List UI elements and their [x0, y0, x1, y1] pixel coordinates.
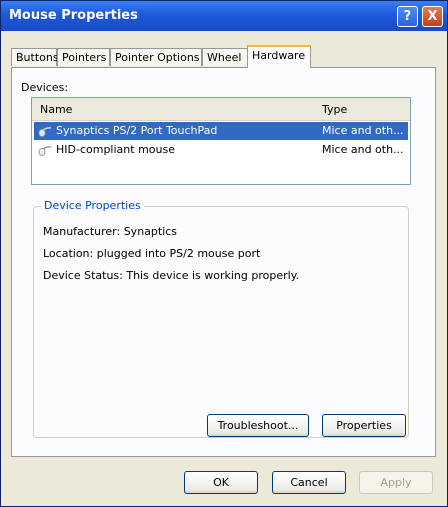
- location-text: Location: plugged into PS/2 mouse port: [43, 247, 261, 260]
- troubleshoot-button[interactable]: Troubleshoot...: [207, 414, 309, 437]
- manufacturer-text: Manufacturer: Synaptics: [43, 225, 178, 238]
- help-button[interactable]: ?: [397, 6, 418, 27]
- cancel-button[interactable]: Cancel: [272, 471, 346, 494]
- device-type: Mice and oth...: [322, 124, 404, 137]
- mouse-icon: [38, 146, 52, 156]
- devices-label: Devices:: [21, 81, 69, 94]
- devices-list-header: Name Type: [32, 98, 410, 121]
- title-bar[interactable]: Mouse Properties ? X: [1, 1, 447, 31]
- close-button[interactable]: X: [422, 6, 443, 27]
- properties-button[interactable]: Properties: [322, 414, 406, 437]
- device-status-text: Device Status: This device is working pr…: [43, 269, 300, 282]
- window-title: Mouse Properties: [9, 8, 138, 23]
- device-properties-group: [33, 206, 409, 438]
- help-icon: ?: [403, 9, 412, 24]
- tab-hardware[interactable]: Hardware: [247, 45, 311, 68]
- column-header-type[interactable]: Type: [322, 103, 347, 116]
- device-properties-legend: Device Properties: [41, 199, 144, 212]
- column-header-name[interactable]: Name: [40, 103, 72, 116]
- tab-wheel[interactable]: Wheel: [202, 48, 248, 66]
- close-icon: X: [427, 9, 438, 24]
- device-name: Synaptics PS/2 Port TouchPad: [56, 124, 218, 137]
- ok-button[interactable]: OK: [184, 471, 258, 494]
- mouse-properties-dialog: Mouse Properties ? X Buttons Pointers Po…: [0, 0, 448, 507]
- apply-button[interactable]: Apply: [359, 471, 433, 494]
- tab-buttons[interactable]: Buttons: [11, 48, 59, 66]
- device-type: Mice and oth...: [322, 143, 404, 156]
- mouse-icon: [38, 127, 52, 137]
- device-name: HID-compliant mouse: [56, 143, 175, 156]
- device-row-touchpad[interactable]: Synaptics PS/2 Port TouchPad Mice and ot…: [34, 122, 408, 140]
- tab-pointer-options[interactable]: Pointer Options: [110, 48, 202, 66]
- devices-list[interactable]: Name Type Synaptics PS/2 Port TouchPad M…: [31, 97, 411, 185]
- device-row-hid-mouse[interactable]: HID-compliant mouse Mice and oth...: [34, 141, 408, 159]
- tab-pointers[interactable]: Pointers: [57, 48, 110, 66]
